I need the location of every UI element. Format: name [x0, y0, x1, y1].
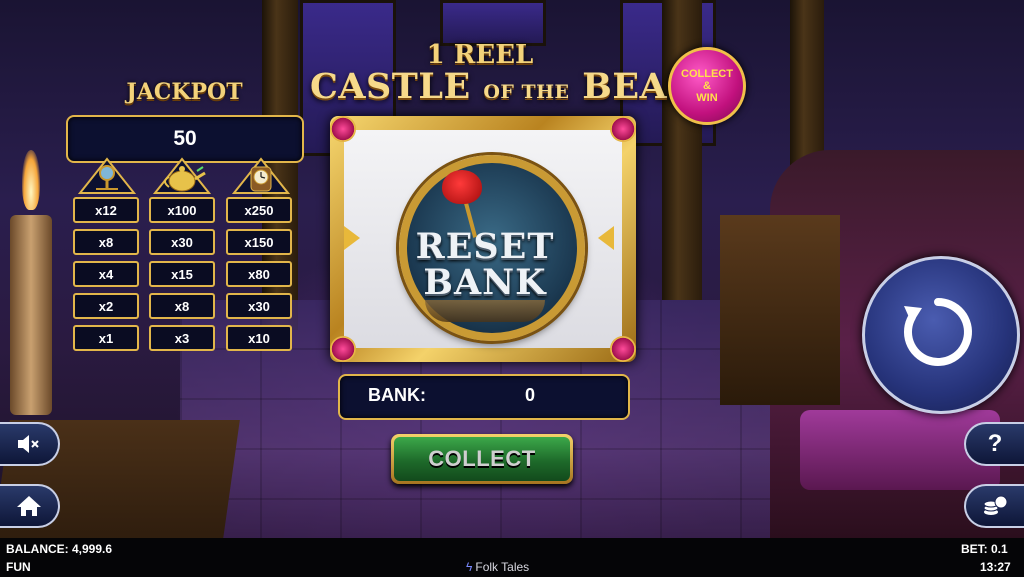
jackpot-value: 50	[66, 115, 304, 163]
multiplier-cell: x30	[149, 229, 215, 255]
multiplier-cell: x250	[226, 197, 292, 223]
collect-and-win-badge: COLLECT & WIN	[668, 47, 746, 125]
bet-display: BET: 0.1	[961, 542, 1008, 556]
provider-name: ϟ Folk Tales	[466, 560, 529, 574]
background-pillar	[662, 0, 702, 300]
game-stage: 1 REEL CASTLE OF THE BEAST COLLECT & WIN…	[0, 0, 1024, 577]
mute-speaker-icon	[18, 435, 39, 453]
badge-line: WIN	[696, 92, 718, 104]
mode-display: FUN	[6, 560, 31, 574]
jackpot-column-mirror: x12 x8 x4 x2 x1	[73, 197, 141, 357]
mirror-icon	[78, 157, 136, 194]
multiplier-cell: x1	[73, 325, 139, 351]
coin-stack-icon	[983, 495, 1008, 515]
symbol-text-line1: RESET	[415, 226, 555, 267]
home-button[interactable]	[0, 484, 60, 528]
reel-left-arrow-icon	[344, 226, 360, 250]
jackpot-label: JACKPOT	[126, 79, 243, 105]
game-title-line2: CASTLE OF THE BEAST	[310, 66, 719, 107]
multiplier-cell: x2	[73, 293, 139, 319]
symbol-base	[425, 300, 545, 322]
home-icon	[17, 496, 41, 516]
multiplier-cell: x30	[226, 293, 292, 319]
candle-flame	[22, 150, 40, 210]
collect-button[interactable]: COLLECT	[391, 434, 573, 484]
symbol-text-line2: BANK	[423, 262, 547, 303]
multiplier-cell: x8	[149, 293, 215, 319]
rose-icon	[442, 170, 482, 204]
clock-display: 13:27	[980, 560, 1011, 574]
title-word: OF THE	[483, 81, 570, 103]
jackpot-column-teapot: x100 x30 x15 x8 x3	[149, 197, 217, 357]
bank-value: 0	[524, 385, 535, 405]
multiplier-cell: x80	[226, 261, 292, 287]
teapot-icon	[153, 157, 211, 194]
provider-logo-icon: ϟ	[466, 560, 473, 574]
provider-name-text: Folk Tales	[475, 560, 530, 574]
multiplier-cell: x10	[226, 325, 292, 351]
multiplier-cell: x8	[73, 229, 139, 255]
frame-gem	[610, 116, 636, 142]
frame-gem	[610, 336, 636, 362]
multiplier-cell: x3	[149, 325, 215, 351]
multiplier-cell: x15	[149, 261, 215, 287]
badge-line: COLLECT	[681, 68, 733, 80]
help-button[interactable]: ?	[964, 422, 1024, 466]
frame-gem	[330, 116, 356, 142]
spin-icon	[904, 298, 972, 366]
balance-display: BALANCE: 4,999.6	[6, 542, 113, 556]
multiplier-cell: x100	[149, 197, 215, 223]
clock-icon	[232, 157, 290, 194]
multiplier-cell: x150	[226, 229, 292, 255]
collect-button-label: COLLECT	[394, 437, 570, 481]
background-side-table	[720, 215, 840, 405]
help-icon: ?	[987, 430, 1003, 457]
multiplier-cell: x4	[73, 261, 139, 287]
jackpot-column-clock: x250 x150 x80 x30 x10	[226, 197, 294, 357]
multiplier-cell: x12	[73, 197, 139, 223]
sound-toggle-button[interactable]	[0, 422, 60, 466]
reel-right-arrow-icon	[598, 226, 614, 250]
title-word: CASTLE	[310, 66, 471, 107]
candle	[10, 215, 52, 415]
badge-line: &	[703, 80, 711, 92]
bank-label: BANK:	[368, 385, 426, 405]
bet-settings-button[interactable]	[964, 484, 1024, 528]
frame-gem	[330, 336, 356, 362]
